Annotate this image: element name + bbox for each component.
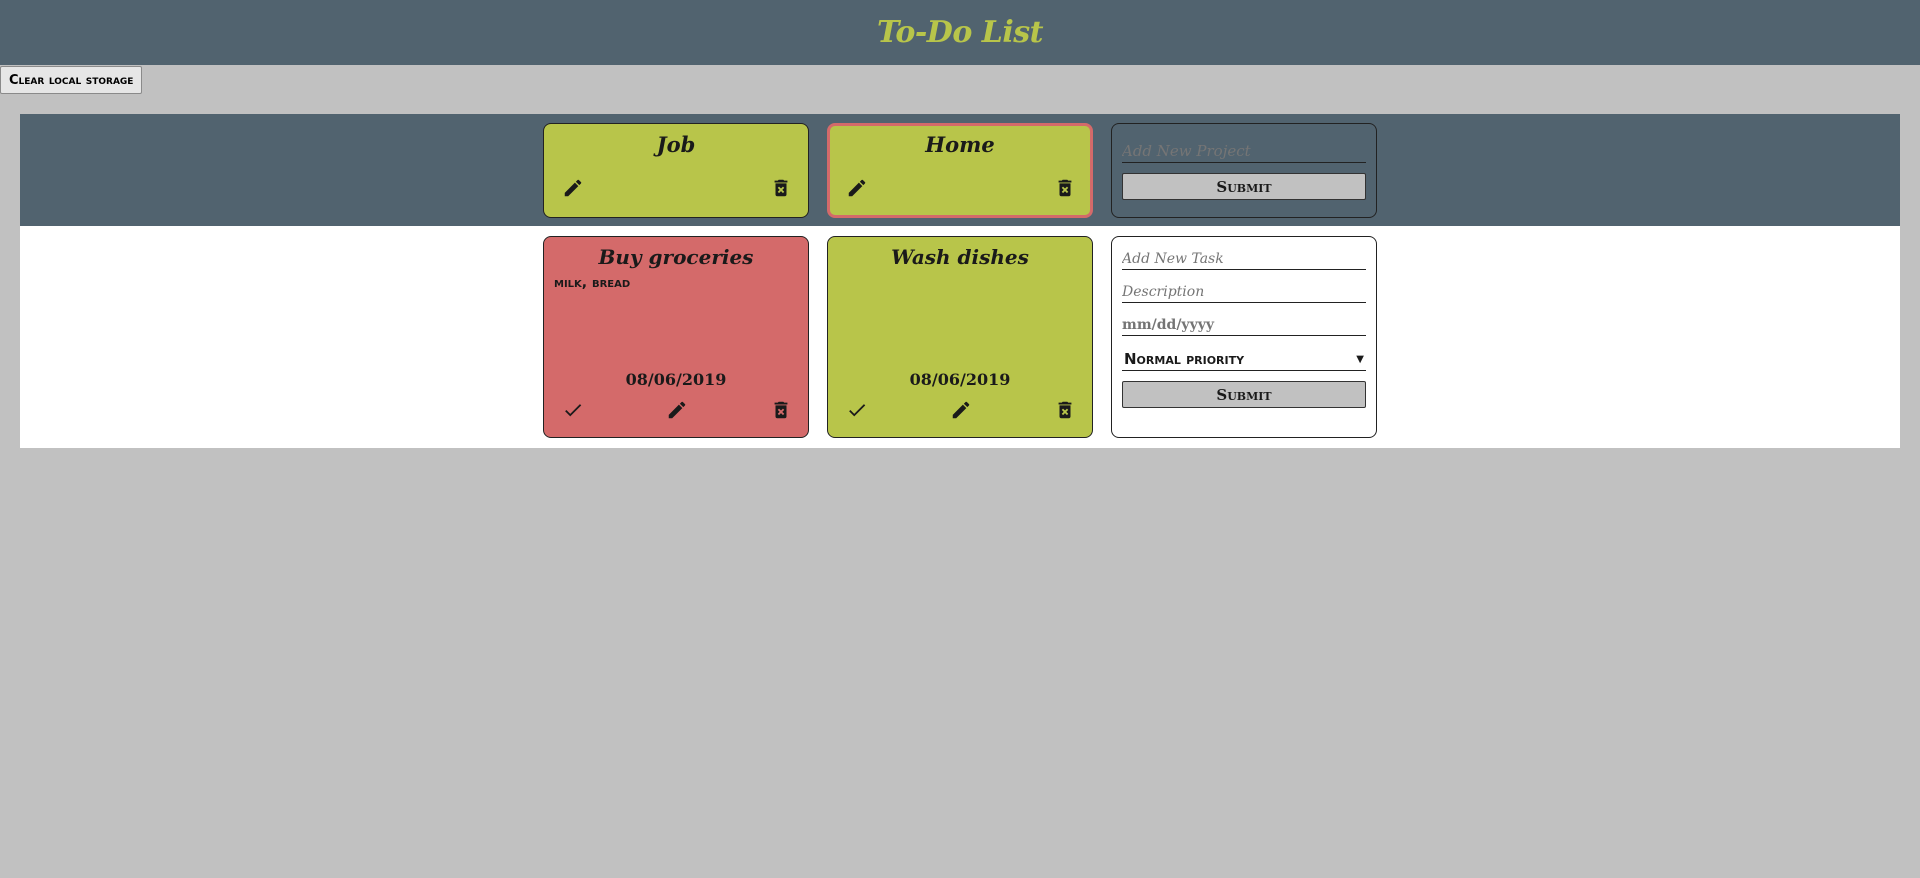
new-task-form: Normal priority ▼ Submit — [1111, 236, 1377, 438]
new-project-input[interactable] — [1122, 140, 1366, 163]
task-card-buy-groceries: Buy groceries milk, bread 08/06/2019 — [543, 236, 809, 438]
app-title: To-Do List — [876, 15, 1044, 50]
project-title: Job — [656, 132, 696, 157]
trash-icon[interactable] — [1052, 397, 1078, 423]
task-title: Wash dishes — [891, 245, 1029, 269]
check-icon[interactable] — [844, 397, 870, 423]
pencil-icon[interactable] — [948, 397, 974, 423]
trash-icon[interactable] — [1052, 175, 1078, 201]
new-project-form: Submit — [1111, 123, 1377, 218]
priority-select[interactable]: Normal priority ▼ — [1122, 348, 1366, 371]
app-header: To-Do List — [0, 0, 1920, 65]
new-task-description-input[interactable] — [1122, 282, 1366, 303]
project-submit-button[interactable]: Submit — [1122, 173, 1366, 200]
pencil-icon[interactable] — [560, 175, 586, 201]
project-card-job[interactable]: Job — [543, 123, 809, 218]
clear-storage-button[interactable]: Clear local storage — [0, 66, 143, 94]
check-icon[interactable] — [560, 397, 586, 423]
new-task-title-input[interactable] — [1122, 249, 1366, 270]
project-title: Home — [925, 132, 995, 157]
tasks-area: Buy groceries milk, bread 08/06/2019 Was… — [20, 226, 1900, 448]
chevron-down-icon: ▼ — [1356, 353, 1364, 365]
pencil-icon[interactable] — [844, 175, 870, 201]
task-description: milk, bread — [554, 275, 631, 291]
trash-icon[interactable] — [768, 175, 794, 201]
pencil-icon[interactable] — [664, 397, 690, 423]
task-card-wash-dishes: Wash dishes 08/06/2019 — [827, 236, 1093, 438]
new-task-date-input[interactable] — [1122, 315, 1366, 336]
project-card-home[interactable]: Home — [827, 123, 1093, 218]
priority-select-value: Normal priority — [1124, 350, 1245, 368]
task-title: Buy groceries — [598, 245, 754, 269]
projects-bar: Job Home Submit — [20, 114, 1900, 226]
task-due-date: 08/06/2019 — [625, 370, 727, 389]
trash-icon[interactable] — [768, 397, 794, 423]
task-due-date: 08/06/2019 — [909, 370, 1011, 389]
task-submit-button[interactable]: Submit — [1122, 381, 1366, 408]
